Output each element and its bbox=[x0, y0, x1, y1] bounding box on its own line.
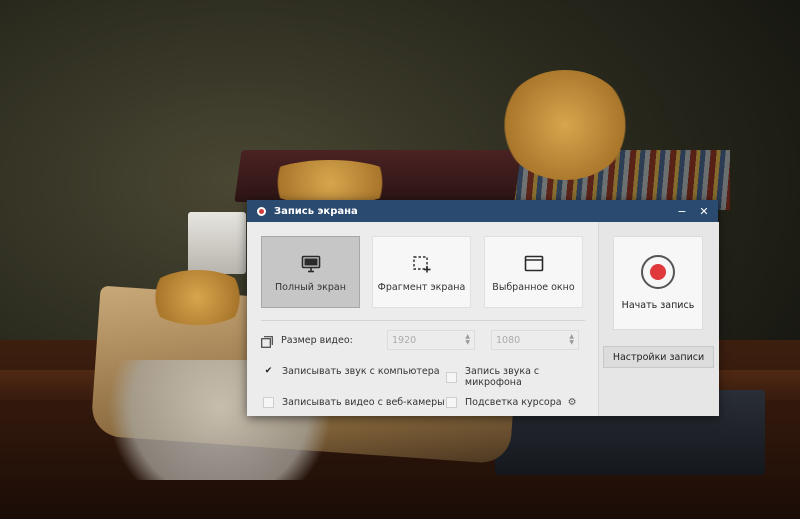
close-button[interactable]: ✕ bbox=[693, 200, 715, 222]
monitor-icon bbox=[301, 255, 321, 273]
start-recording-label: Начать запись bbox=[621, 300, 695, 311]
mode-label: Выбранное окно bbox=[492, 282, 575, 293]
video-height-value: 1080 bbox=[496, 334, 521, 346]
divider bbox=[261, 320, 585, 321]
video-size-icon bbox=[261, 333, 273, 348]
mode-label: Фрагмент экрана bbox=[377, 282, 466, 293]
background-papers bbox=[188, 212, 246, 274]
checkbox-box[interactable] bbox=[446, 397, 457, 408]
video-size-label: Размер видео: bbox=[281, 335, 353, 346]
recording-settings-button[interactable]: Настройки записи bbox=[603, 346, 714, 368]
checkbox-label: Записывать видео с веб-камеры bbox=[282, 397, 445, 408]
checkbox-label: Запись звука с микрофона bbox=[464, 366, 540, 388]
record-pane: Начать запись Настройки записи bbox=[598, 222, 719, 416]
checkbox-label: Подсветка курсора bbox=[465, 397, 562, 408]
background-maple-leaf bbox=[145, 270, 250, 325]
mode-label: Полный экран bbox=[275, 282, 346, 293]
mic-audio-checkbox[interactable]: Запись звука с микрофона bbox=[446, 366, 598, 388]
checkbox-box[interactable] bbox=[263, 397, 274, 408]
crop-area-icon bbox=[412, 255, 432, 273]
gear-icon[interactable]: ⚙ bbox=[568, 397, 577, 408]
titlebar[interactable]: Запись экрана − ✕ bbox=[247, 200, 718, 222]
cursor-highlight-checkbox[interactable]: Подсветка курсора ⚙ bbox=[446, 397, 577, 408]
checkbox-box[interactable]: ✔ bbox=[263, 366, 274, 377]
system-audio-checkbox[interactable]: ✔ Записывать звук с компьютера bbox=[263, 366, 440, 377]
video-width-value: 1920 bbox=[392, 334, 417, 346]
mode-fragment-button[interactable]: Фрагмент экрана bbox=[372, 236, 471, 308]
mode-window-button[interactable]: Выбранное окно bbox=[484, 236, 583, 308]
screen-recording-dialog: Запись экрана − ✕ Полный экран Фрагмент … bbox=[247, 200, 719, 416]
mode-fullscreen-button[interactable]: Полный экран bbox=[261, 236, 360, 308]
window-icon bbox=[524, 255, 544, 273]
window-title: Запись экрана bbox=[274, 205, 358, 217]
video-height-input[interactable]: 1080 ▲ ▼ bbox=[491, 330, 579, 350]
background-maple-leaf bbox=[500, 70, 630, 180]
checkbox-label: Записывать звук с компьютера bbox=[282, 366, 440, 377]
record-app-icon bbox=[257, 206, 266, 216]
minimize-button[interactable]: − bbox=[671, 200, 693, 222]
spin-arrows-icon[interactable]: ▲ ▼ bbox=[465, 334, 470, 346]
check-icon: ✔ bbox=[264, 366, 273, 376]
webcam-checkbox[interactable]: Записывать видео с веб-камеры bbox=[263, 397, 445, 408]
spin-arrows-icon[interactable]: ▲ ▼ bbox=[569, 334, 574, 346]
background-maple-leaf bbox=[260, 160, 400, 205]
record-icon bbox=[641, 255, 675, 289]
record-dot-icon bbox=[650, 264, 666, 280]
video-width-input[interactable]: 1920 ▲ ▼ bbox=[387, 330, 475, 350]
start-recording-button[interactable]: Начать запись bbox=[613, 236, 703, 330]
capture-options-pane: Полный экран Фрагмент экрана Выбранное о… bbox=[247, 222, 598, 416]
checkbox-box[interactable] bbox=[446, 371, 457, 383]
